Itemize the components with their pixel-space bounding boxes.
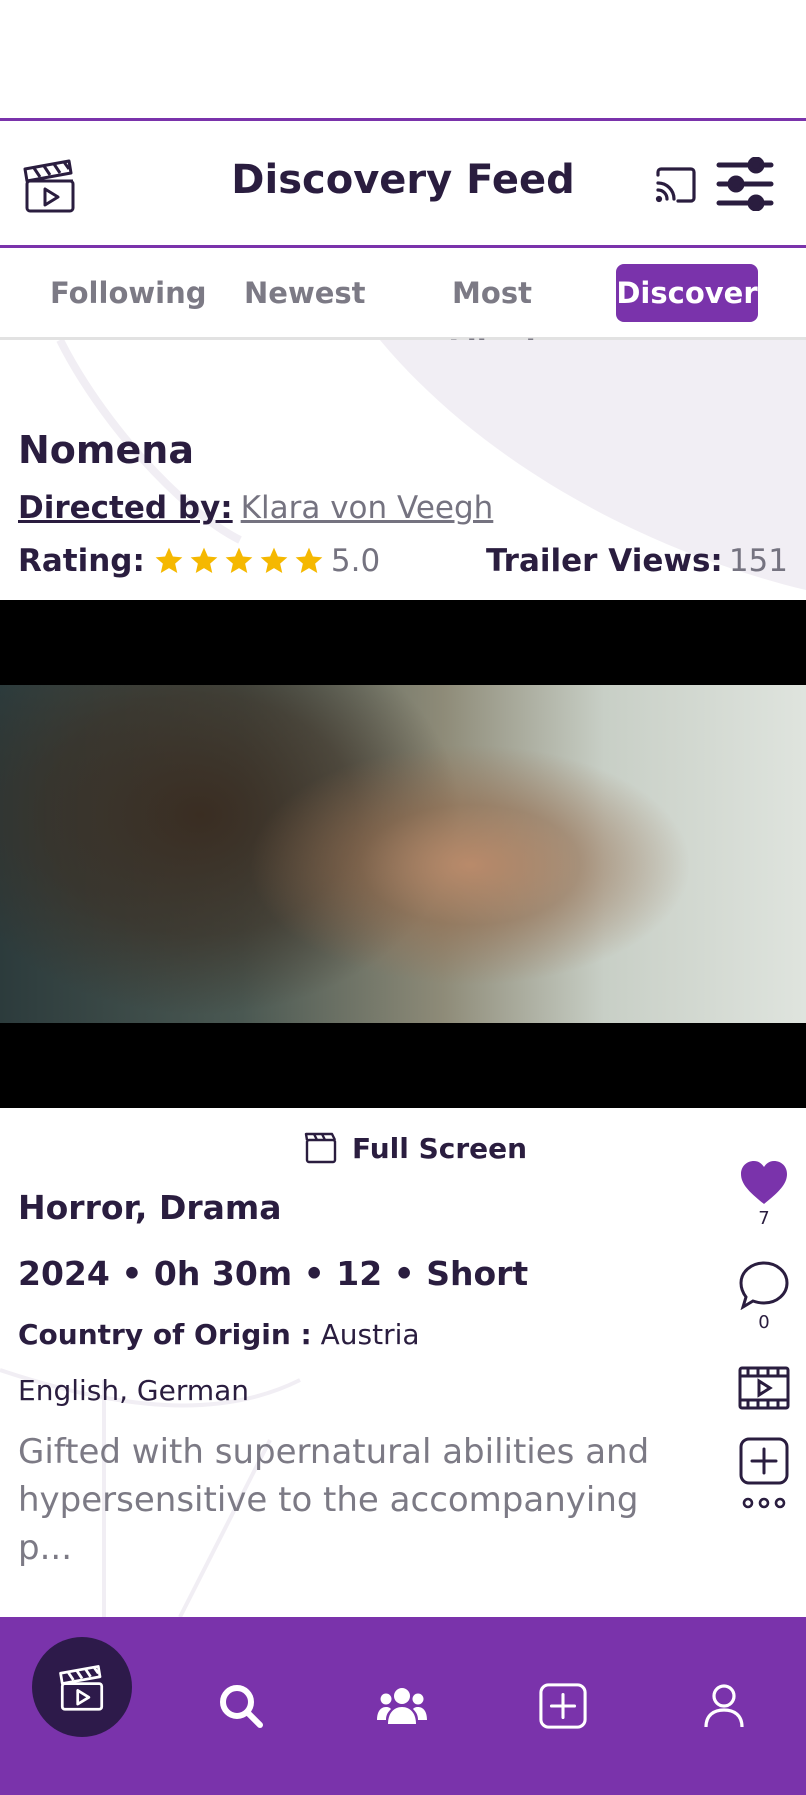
app-header: Discovery Feed: [0, 118, 806, 248]
nav-home-button[interactable]: [32, 1637, 132, 1737]
comment-button[interactable]: 0: [730, 1260, 798, 1333]
add-to-list-button[interactable]: [730, 1436, 798, 1486]
fullscreen-label: Full Screen: [352, 1131, 528, 1165]
trailer-views-label: Trailer Views:: [485, 543, 723, 579]
trailer-views-count: 151: [728, 543, 788, 579]
status-bar-area: [0, 0, 806, 118]
star-icon: [190, 547, 218, 573]
sliders-filter-icon[interactable]: [716, 156, 774, 212]
add-icon: [539, 1683, 587, 1729]
languages: English, German: [18, 1374, 250, 1407]
heart-icon: [741, 1161, 787, 1204]
star-icon: [260, 547, 288, 573]
movie-meta: 2024 • 0h 30m • 12 • Short: [18, 1254, 529, 1293]
fullscreen-button[interactable]: Full Screen: [304, 1128, 527, 1168]
profile-icon: [704, 1684, 744, 1728]
tab-most-liked[interactable]: Most Liked: [412, 264, 572, 368]
synopsis[interactable]: Gifted with supernatural abilities and h…: [18, 1428, 698, 1572]
trailer-video-player[interactable]: [0, 600, 806, 1108]
video-frame: [0, 685, 806, 1023]
cast-icon[interactable]: [654, 165, 698, 205]
nav-community-button[interactable]: [352, 1617, 452, 1795]
rating-label: Rating:: [18, 543, 145, 579]
comment-bubble-icon: [739, 1261, 789, 1310]
trailer-button[interactable]: [730, 1366, 798, 1410]
tab-newest[interactable]: Newest: [244, 264, 366, 322]
rating-value: 5.0: [330, 543, 381, 579]
movie-card: Nomena Directed by: Klara von Veegh Ratin…: [0, 340, 806, 1617]
country-value: Austria: [320, 1318, 420, 1351]
country-of-origin: Country of Origin : Austria: [18, 1318, 420, 1351]
country-label: Country of Origin :: [18, 1318, 312, 1351]
nav-add-button[interactable]: [513, 1617, 613, 1795]
star-icon: [225, 547, 253, 573]
add-square-icon: [739, 1437, 789, 1485]
search-icon: [220, 1685, 263, 1728]
star-icon: [295, 547, 323, 573]
like-count: 7: [758, 1208, 770, 1229]
tab-discover[interactable]: Discover: [616, 264, 758, 322]
bottom-navigation: [0, 1617, 806, 1795]
director-link[interactable]: Klara von Veegh: [241, 490, 494, 526]
feed-tabs: Following Newest Most Liked Discover: [0, 248, 806, 368]
fullscreen-icon: [304, 1132, 337, 1164]
movie-title: Nomena: [18, 428, 194, 472]
nav-search-button[interactable]: [191, 1617, 291, 1795]
like-button[interactable]: 7: [730, 1160, 798, 1229]
directed-by-label: Directed by:: [18, 490, 233, 526]
film-play-icon: [738, 1366, 790, 1410]
director-line: Directed by: Klara von Veegh: [18, 490, 493, 526]
genres: Horror, Drama: [18, 1188, 282, 1227]
comment-count: 0: [758, 1312, 770, 1333]
star-icon: [155, 547, 183, 573]
clapperboard-home-icon: [59, 1665, 104, 1711]
nav-profile-button[interactable]: [674, 1617, 774, 1795]
rating: Rating: 5.0: [18, 543, 380, 579]
trailer-views: Trailer Views: 151: [486, 543, 788, 579]
rating-stars: [153, 545, 325, 577]
more-options-button[interactable]: [730, 1496, 798, 1510]
tab-following[interactable]: Following: [50, 264, 207, 322]
community-icon: [377, 1688, 427, 1724]
more-dots-icon: [742, 1497, 786, 1509]
